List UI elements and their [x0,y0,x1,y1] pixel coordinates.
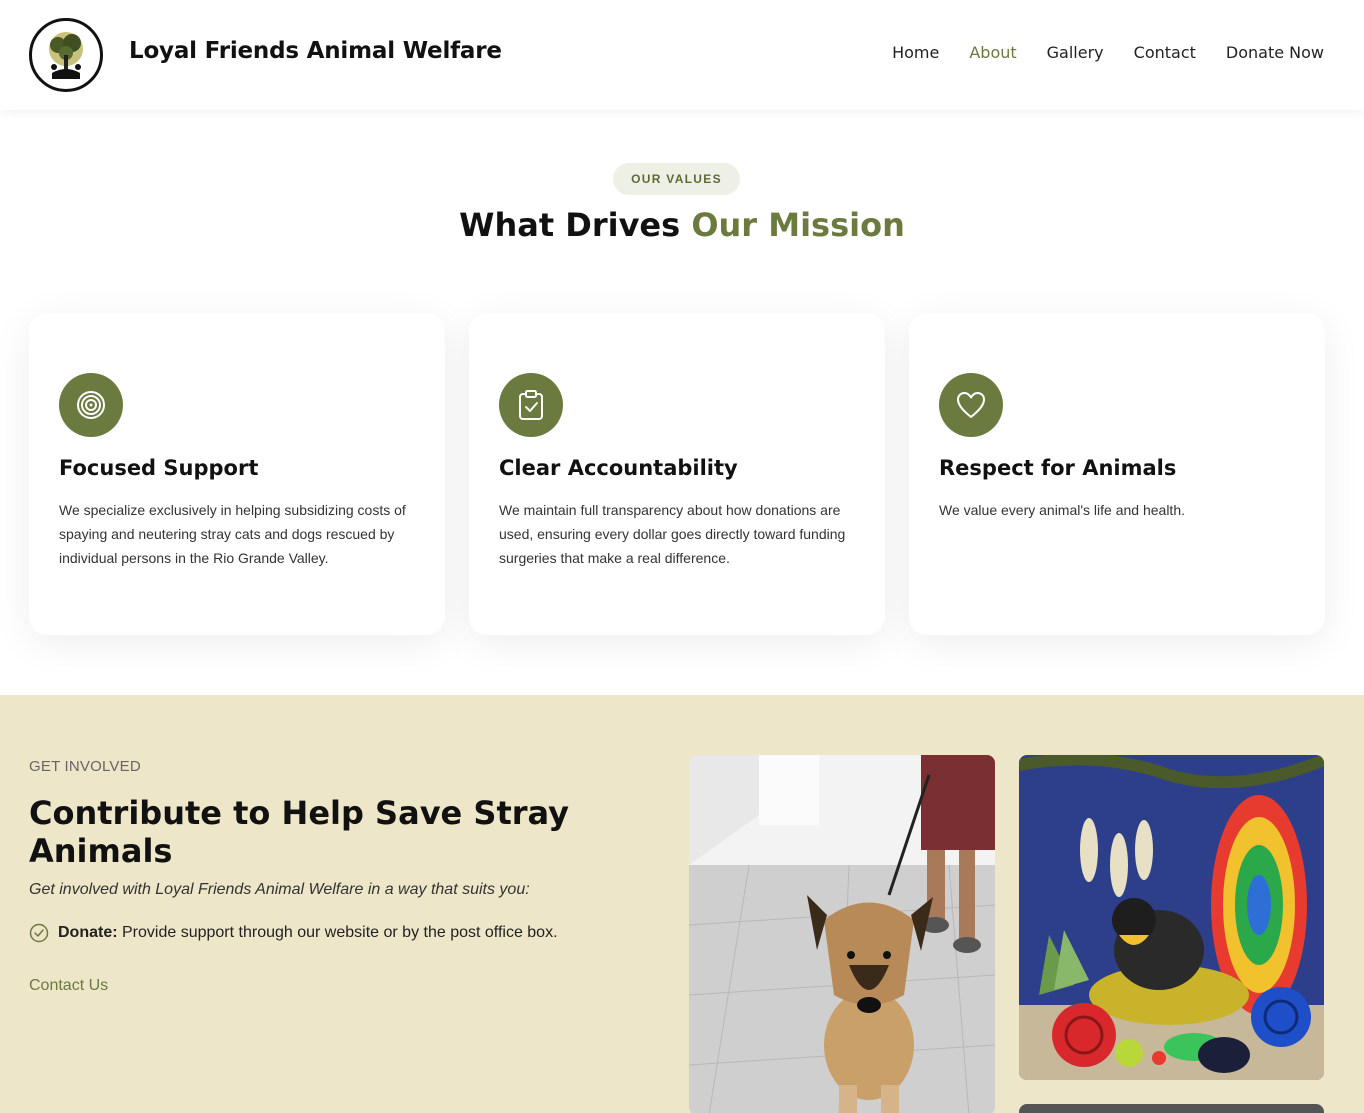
site-header: Loyal Friends Animal Welfare Home About … [0,0,1364,110]
card-title: Respect for Animals [939,456,1177,480]
target-icon [59,373,123,437]
card-text: We specialize exclusively in helping sub… [59,502,406,566]
partial-photo [1019,1104,1324,1113]
section-kicker: GET INVOLVED [29,758,141,775]
tree-logo-icon [33,22,99,88]
dog-photo [689,755,995,1113]
value-card-respect-for-animals: Respect for Animals We value every anima… [909,313,1325,635]
card-title: Clear Accountability [499,456,738,480]
value-card-clear-accountability: Clear Accountability We maintain full tr… [469,313,885,635]
nav-donate-now[interactable]: Donate Now [1226,43,1324,62]
section-pill: OUR VALUES [613,163,740,195]
logo[interactable] [29,18,103,92]
values-section: OUR VALUES What Drives Our Mission Focus… [0,110,1364,695]
donate-item: Donate: Provide support through our webs… [29,923,558,943]
donate-label: Donate: [58,924,118,941]
nav-home[interactable]: Home [892,43,939,62]
section-title: What Drives Our Mission [0,206,1364,244]
heart-icon [939,373,1003,437]
clipboard-check-icon [499,373,563,437]
contact-us-link[interactable]: Contact Us [29,977,108,995]
involved-subtitle: Get involved with Loyal Friends Animal W… [29,881,530,898]
dog-toys-photo [1019,755,1324,1080]
nav-about[interactable]: About [969,43,1016,62]
nav-contact[interactable]: Contact [1134,43,1196,62]
section-title-main: What Drives [459,206,692,244]
involved-title: Contribute to Help Save Stray Animals [29,794,569,870]
card-text: We value every animal's life and health. [939,502,1185,518]
get-involved-section: GET INVOLVED Contribute to Help Save Str… [0,695,1364,1113]
donate-text: Provide support through our website or b… [117,924,558,941]
value-card-focused-support: Focused Support We specialize exclusivel… [29,313,445,635]
main-nav: Home About Gallery Contact Donate Now [892,43,1324,62]
card-title: Focused Support [59,456,259,480]
card-text: We maintain full transparency about how … [499,502,846,566]
section-title-accent: Our Mission [691,206,905,244]
nav-gallery[interactable]: Gallery [1047,43,1104,62]
check-circle-icon [29,923,49,943]
site-title[interactable]: Loyal Friends Animal Welfare [129,38,502,64]
